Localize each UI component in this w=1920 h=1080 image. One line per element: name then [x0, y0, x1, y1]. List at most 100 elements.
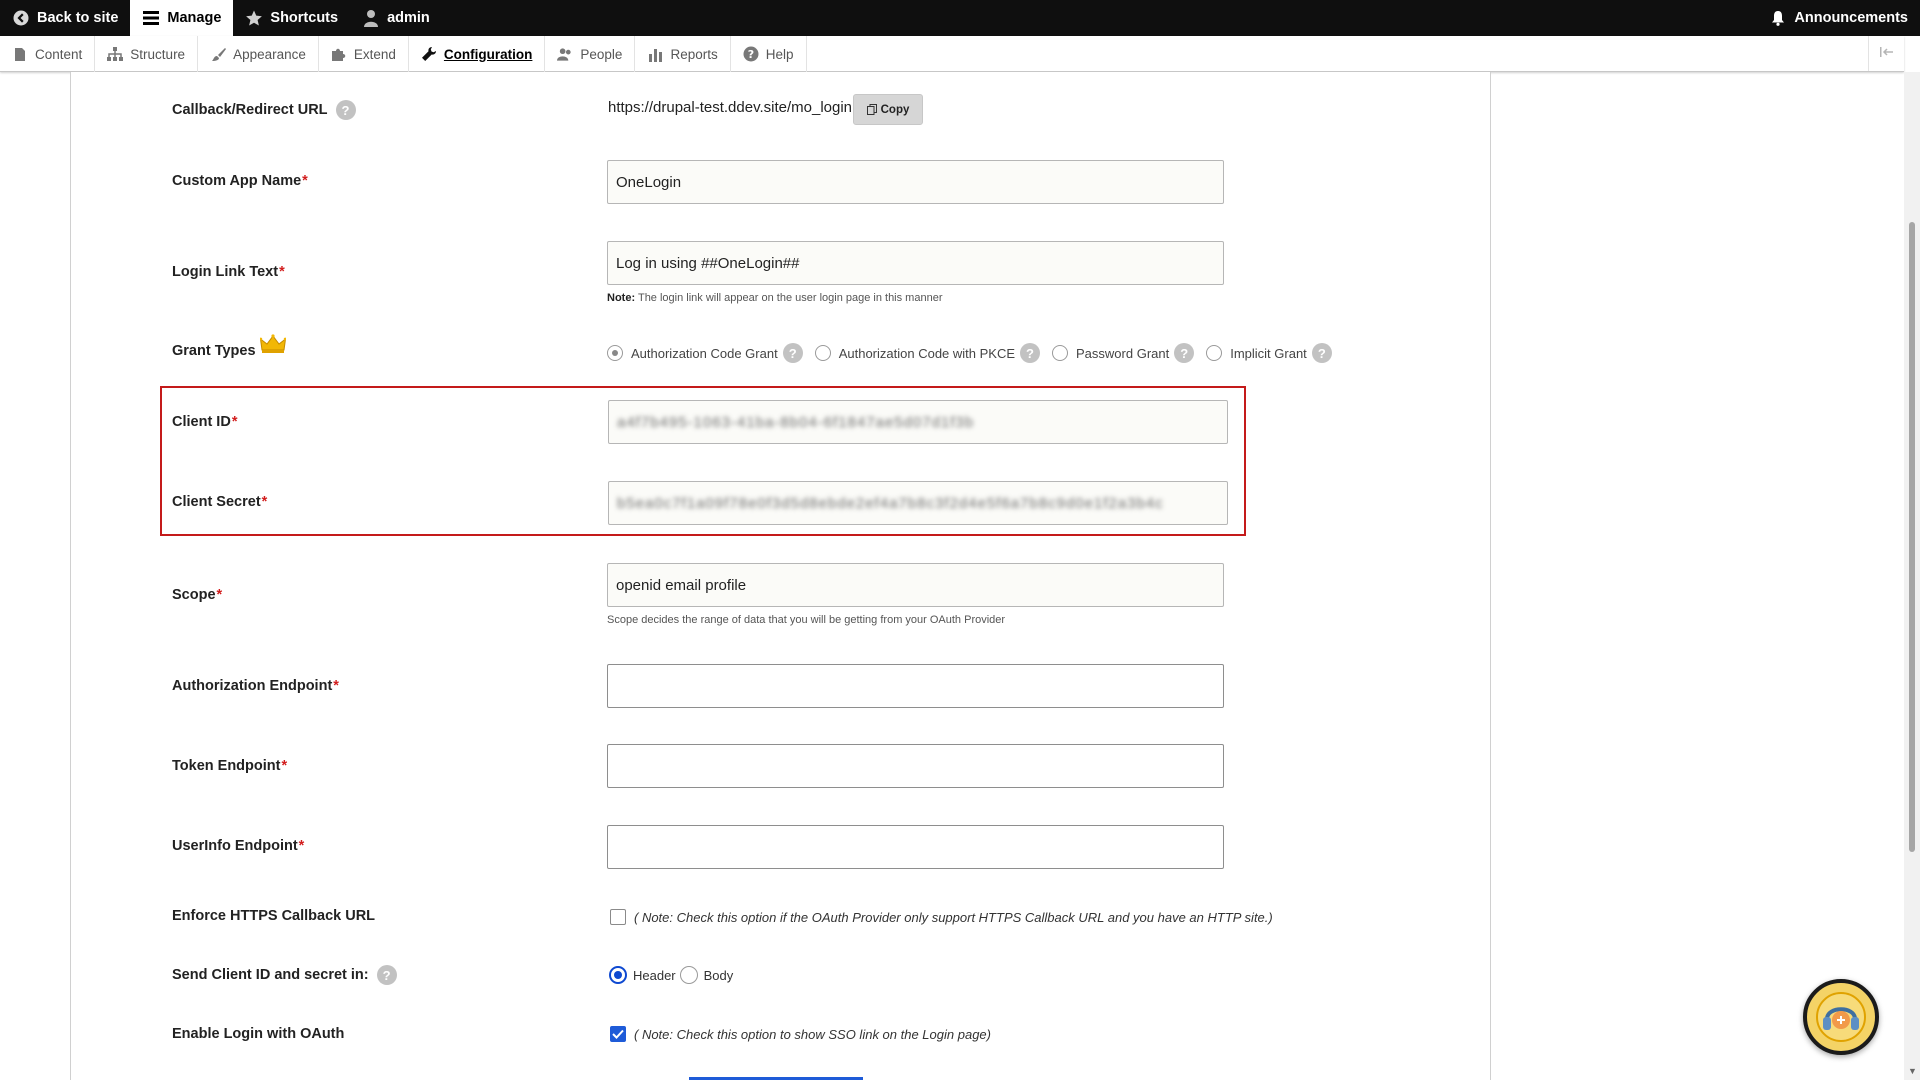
manage-tab[interactable]: Manage [130, 0, 234, 36]
user-label: admin [387, 10, 430, 26]
grant-types-options: Authorization Code Grant ? Authorization… [607, 343, 1344, 363]
client-secret-input[interactable]: b5ea0c7f1a09f78e0f3d5d8ebde2ef4a7b8c3f2d… [608, 481, 1228, 525]
client-id-input[interactable]: a4f7b495-1063-41ba-8b04-6f1847ae5d07d1f3… [608, 400, 1228, 444]
admin-toolbar: Back to site Manage Shortcuts admin Anno… [0, 0, 1920, 36]
login-link-input[interactable]: Log in using ##OneLogin## [607, 241, 1224, 285]
enable-login-label: Enable Login with OAuth [172, 1026, 344, 1042]
tray-item-label: Content [35, 46, 83, 62]
send-header-radio[interactable] [609, 966, 627, 984]
tray-item-reports[interactable]: Reports [635, 36, 731, 72]
app-name-label: Custom App Name * [172, 173, 308, 189]
grant-implicit-radio[interactable] [1206, 345, 1223, 361]
callback-url-label: Callback/Redirect URL ? [172, 100, 356, 120]
client-id-value: a4f7b495-1063-41ba-8b04-6f1847ae5d07d1f3… [617, 413, 975, 431]
auth-endpoint-label-text: Authorization Endpoint [172, 678, 333, 694]
login-link-value: Log in using ##OneLogin## [616, 254, 800, 272]
copy-button-label: Copy [880, 103, 910, 116]
tray-item-label: Configuration [443, 46, 533, 62]
login-link-label: Login Link Text * [172, 264, 285, 280]
enforce-https-label-text: Enforce HTTPS Callback URL [172, 908, 376, 924]
tray-item-content[interactable]: Content [0, 36, 96, 72]
wrench-icon [421, 46, 437, 62]
client-id-label-text: Client ID [172, 414, 231, 430]
star-icon [245, 9, 263, 27]
grant-option-label: Authorization Code Grant [631, 345, 778, 361]
help-icon[interactable]: ? [782, 343, 803, 363]
grant-auth-code-radio[interactable] [607, 345, 623, 361]
enable-login-label-text: Enable Login with OAuth [172, 1026, 345, 1042]
help-icon[interactable]: ? [376, 965, 397, 985]
help-icon[interactable]: ? [1174, 343, 1195, 363]
enable-login-note: ( Note: Check this option to show SSO li… [634, 1026, 991, 1042]
help-icon[interactable]: ? [335, 100, 356, 120]
tray-item-extend[interactable]: Extend [319, 36, 409, 72]
tray-item-label: Appearance [233, 46, 306, 62]
tray-item-label: Extend [353, 46, 396, 62]
required-marker: * [333, 678, 339, 694]
userinfo-endpoint-label: UserInfo Endpoint * [172, 838, 304, 854]
announcements-tab[interactable]: Announcements [1757, 0, 1920, 36]
copy-button[interactable]: Copy [853, 94, 923, 125]
support-chat-button[interactable] [1803, 979, 1879, 1055]
announcements-label: Announcements [1794, 10, 1908, 26]
scope-value: openid email profile [616, 576, 747, 594]
back-to-site-link[interactable]: Back to site [0, 0, 130, 36]
enforce-https-checkbox[interactable] [610, 909, 626, 925]
client-secret-value: b5ea0c7f1a09f78e0f3d5d8ebde2ef4a7b8c3f2d… [617, 494, 1164, 512]
auth-endpoint-input[interactable] [607, 664, 1224, 708]
scrollbar-thumb[interactable] [1909, 222, 1915, 852]
tray-item-help[interactable]: ? Help [731, 36, 807, 72]
page-scrollbar[interactable]: ▼ [1904, 72, 1920, 1080]
scope-input[interactable]: openid email profile [607, 563, 1224, 607]
token-endpoint-label: Token Endpoint * [172, 758, 287, 774]
tray-item-label: People [580, 46, 623, 62]
required-marker: * [216, 587, 223, 603]
back-to-site-label: Back to site [37, 10, 119, 26]
tray-item-label: Structure [130, 46, 186, 62]
checkmark-icon [612, 1029, 624, 1039]
scroll-down-arrow-icon[interactable]: ▼ [1908, 1066, 1917, 1076]
file-icon [12, 46, 28, 62]
hamburger-icon [142, 9, 160, 27]
scope-label-text: Scope [172, 587, 216, 603]
support-headset-icon [1816, 992, 1866, 1042]
bell-icon [1769, 9, 1787, 27]
people-icon [557, 46, 573, 62]
help-icon[interactable]: ? [1020, 343, 1041, 363]
send-body-radio[interactable] [679, 966, 698, 984]
admin-tray: Content Structure Appearance Extend Conf… [0, 36, 1904, 72]
bar-chart-icon [647, 46, 663, 62]
grant-option-label: Authorization Code with PKCE [838, 345, 1016, 361]
token-endpoint-input[interactable] [607, 744, 1224, 788]
required-marker: * [302, 173, 308, 189]
enforce-https-note: ( Note: Check this option if the OAuth P… [634, 909, 1273, 925]
svg-text:?: ? [748, 48, 754, 61]
tray-item-structure[interactable]: Structure [95, 36, 199, 72]
app-name-input[interactable]: OneLogin [607, 160, 1224, 204]
grant-types-label: Grant Types [172, 334, 287, 359]
sitemap-icon [107, 46, 124, 62]
tray-item-people[interactable]: People [545, 36, 636, 72]
user-tab[interactable]: admin [350, 0, 442, 36]
grant-password-radio[interactable] [1052, 345, 1069, 361]
tray-orientation-toggle[interactable] [1868, 36, 1904, 71]
help-icon[interactable]: ? [1311, 343, 1332, 363]
manage-label: Manage [167, 10, 222, 26]
tray-item-appearance[interactable]: Appearance [198, 36, 319, 72]
grant-pkce-radio[interactable] [814, 345, 831, 361]
callback-url-value: https://drupal-test.ddev.site/mo_login [608, 99, 853, 116]
required-marker: * [231, 414, 238, 430]
tray-item-configuration[interactable]: Configuration [409, 36, 546, 72]
send-credentials-options: Header Body [609, 966, 733, 984]
userinfo-endpoint-input[interactable] [607, 825, 1224, 869]
userinfo-endpoint-label-text: UserInfo Endpoint [172, 838, 298, 854]
collapse-icon [1879, 45, 1895, 63]
grant-option-label: Password Grant [1076, 345, 1170, 361]
client-secret-label: Client Secret * [172, 494, 267, 510]
shortcuts-tab[interactable]: Shortcuts [233, 0, 350, 36]
enable-login-checkbox[interactable] [610, 1026, 626, 1042]
note-text: The login link will appear on the user l… [637, 292, 943, 304]
enable-login-row: ( Note: Check this option to show SSO li… [610, 1026, 991, 1042]
enforce-https-row: ( Note: Check this option if the OAuth P… [610, 909, 1273, 925]
required-marker: * [279, 264, 285, 280]
